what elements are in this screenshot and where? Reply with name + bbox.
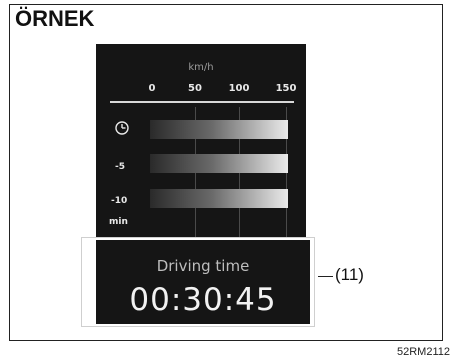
scale-label-150: 150 [275, 83, 297, 94]
speed-bar-minus-5 [150, 154, 288, 173]
callout-leader-line [318, 276, 333, 277]
scale-label-50: 50 [188, 83, 202, 94]
speed-bar-minus-10 [150, 189, 288, 208]
speed-bar-current [150, 120, 288, 139]
scale-axis-line [110, 101, 294, 103]
row-unit-label: min [109, 217, 128, 227]
speed-history-display: km/h 0 50 100 150 -5 -10 min [96, 44, 306, 240]
row-label-minus-10: -10 [111, 196, 128, 206]
driving-time-display: Driving time 00:30:45 [96, 240, 310, 324]
scale-label-0: 0 [148, 83, 156, 94]
example-heading: ÖRNEK [15, 6, 95, 31]
clock-icon [115, 121, 129, 135]
figure-code: 52RM2112 [397, 346, 450, 358]
row-label-minus-5: -5 [115, 162, 125, 172]
scale-label-100: 100 [228, 83, 250, 94]
callout-number: (11) [335, 265, 364, 284]
driving-time-value: 00:30:45 [129, 282, 277, 318]
driving-time-label: Driving time [156, 257, 250, 275]
speed-unit-label: km/h [188, 62, 214, 73]
